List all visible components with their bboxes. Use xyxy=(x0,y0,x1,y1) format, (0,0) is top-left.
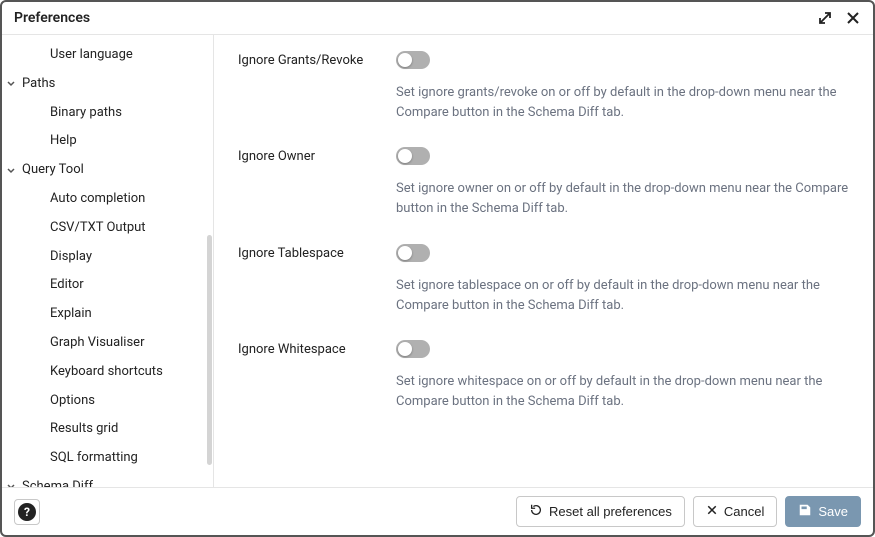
cancel-label: Cancel xyxy=(724,504,764,519)
setting-body: Set ignore grants/revoke on or off by de… xyxy=(396,51,849,123)
setting-description: Set ignore owner on or off by default in… xyxy=(396,179,849,219)
sidebar-item[interactable]: SQL formatting xyxy=(2,444,213,473)
sidebar-item[interactable]: Editor xyxy=(2,271,213,300)
sidebar-item-label: Binary paths xyxy=(50,103,122,124)
sidebar-item[interactable]: Binary paths xyxy=(2,99,213,128)
sidebar-scrollbar[interactable] xyxy=(207,235,212,465)
dialog-title: Preferences xyxy=(14,10,90,26)
toggle-knob xyxy=(398,53,412,67)
sidebar-item-label: Paths xyxy=(22,74,55,95)
content-area: User language Paths Binary paths Help Query … xyxy=(2,35,873,487)
sidebar-item[interactable]: Keyboard shortcuts xyxy=(2,358,213,387)
toggle-switch[interactable] xyxy=(396,51,430,69)
setting-body: Set ignore whitespace on or off by defau… xyxy=(396,340,849,412)
help-button[interactable]: ? xyxy=(14,499,40,525)
setting-row: Ignore OwnerSet ignore owner on or off b… xyxy=(238,147,849,219)
sidebar-item-label: Schema Diff xyxy=(22,477,93,487)
sidebar-item[interactable]: Results grid xyxy=(2,415,213,444)
sidebar-item-label: Explain xyxy=(50,304,92,325)
save-button[interactable]: Save xyxy=(785,496,861,527)
sidebar-item-label: User language xyxy=(50,45,133,66)
sidebar-item[interactable]: Options xyxy=(2,387,213,416)
sidebar-item[interactable]: Help xyxy=(2,127,213,156)
setting-body: Set ignore tablespace on or off by defau… xyxy=(396,244,849,316)
save-icon xyxy=(798,503,812,520)
toggle-switch[interactable] xyxy=(396,340,430,358)
sidebar-item-label: Keyboard shortcuts xyxy=(50,362,163,383)
close-icon xyxy=(706,504,718,519)
help-icon: ? xyxy=(18,503,36,521)
sidebar-item-label: Auto completion xyxy=(50,189,145,210)
sidebar-item[interactable]: Explain xyxy=(2,300,213,329)
setting-label: Ignore Tablespace xyxy=(238,244,396,261)
toggle-switch[interactable] xyxy=(396,147,430,165)
footer-actions: Reset all preferences Cancel Save xyxy=(516,496,861,527)
save-label: Save xyxy=(818,504,848,519)
footer: ? Reset all preferences Cancel xyxy=(2,487,873,535)
sidebar-item-label: CSV/TXT Output xyxy=(50,218,146,239)
sidebar-item-label: Editor xyxy=(50,275,84,296)
setting-label: Ignore Owner xyxy=(238,147,396,164)
toggle-knob xyxy=(398,342,412,356)
sidebar-item-label: Help xyxy=(50,131,77,152)
setting-body: Set ignore owner on or off by default in… xyxy=(396,147,849,219)
sidebar-item-label: Options xyxy=(50,391,95,412)
setting-description: Set ignore whitespace on or off by defau… xyxy=(396,372,849,412)
chevron-down-icon[interactable] xyxy=(4,480,18,487)
close-icon[interactable] xyxy=(845,10,861,26)
reset-icon xyxy=(529,503,543,520)
sidebar-item[interactable]: Graph Visualiser xyxy=(2,329,213,358)
reset-button[interactable]: Reset all preferences xyxy=(516,496,685,527)
sidebar-item-label: Results grid xyxy=(50,419,118,440)
setting-description: Set ignore tablespace on or off by defau… xyxy=(396,276,849,316)
sidebar-item-label: Display xyxy=(50,247,92,268)
sidebar-item[interactable]: User language xyxy=(2,41,213,70)
sidebar-item[interactable]: Query Tool xyxy=(2,156,213,185)
sidebar-item-label: Graph Visualiser xyxy=(50,333,144,354)
setting-label: Ignore Whitespace xyxy=(238,340,396,357)
preferences-dialog: Preferences User language Paths Binary pat… xyxy=(2,2,873,535)
toggle-knob xyxy=(398,149,412,163)
maximize-icon[interactable] xyxy=(817,10,833,26)
reset-label: Reset all preferences xyxy=(549,504,672,519)
sidebar-item[interactable]: CSV/TXT Output xyxy=(2,214,213,243)
toggle-switch[interactable] xyxy=(396,244,430,262)
sidebar-item[interactable]: Schema Diff xyxy=(2,473,213,487)
setting-description: Set ignore grants/revoke on or off by de… xyxy=(396,83,849,123)
sidebar-item[interactable]: Auto completion xyxy=(2,185,213,214)
sidebar-item-label: Query Tool xyxy=(22,160,84,181)
cancel-button[interactable]: Cancel xyxy=(693,496,777,527)
setting-row: Ignore TablespaceSet ignore tablespace o… xyxy=(238,244,849,316)
sidebar-item[interactable]: Display xyxy=(2,243,213,272)
titlebar-actions xyxy=(817,10,861,26)
sidebar[interactable]: User language Paths Binary paths Help Query … xyxy=(2,35,214,487)
setting-row: Ignore WhitespaceSet ignore whitespace o… xyxy=(238,340,849,412)
main-panel: Ignore Grants/RevokeSet ignore grants/re… xyxy=(214,35,873,487)
setting-label: Ignore Grants/Revoke xyxy=(238,51,396,68)
setting-row: Ignore Grants/RevokeSet ignore grants/re… xyxy=(238,51,849,123)
chevron-down-icon[interactable] xyxy=(4,77,18,91)
sidebar-item[interactable]: Paths xyxy=(2,70,213,99)
titlebar: Preferences xyxy=(2,2,873,35)
sidebar-item-label: SQL formatting xyxy=(50,448,138,469)
toggle-knob xyxy=(398,246,412,260)
chevron-down-icon[interactable] xyxy=(4,164,18,178)
